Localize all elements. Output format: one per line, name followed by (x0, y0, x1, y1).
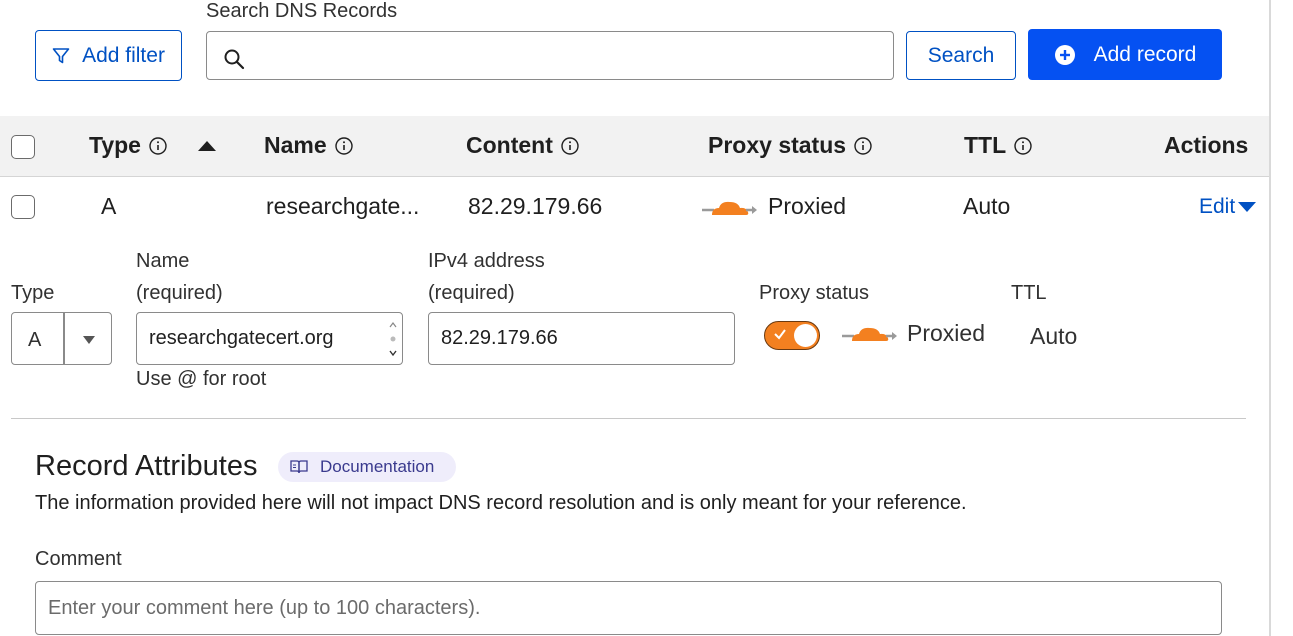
proxy-toggle[interactable] (764, 321, 820, 350)
add-record-button[interactable]: Add record (1028, 29, 1222, 80)
comment-placeholder: Enter your comment here (up to 100 chara… (48, 596, 481, 619)
ttl-value: Auto (1030, 323, 1078, 349)
row-type: A (101, 193, 117, 219)
column-header-proxy-status[interactable]: Proxy status (708, 132, 872, 159)
type-select[interactable]: A (11, 312, 112, 365)
column-header-actions: Actions (1164, 132, 1248, 159)
edit-label: Edit (1199, 195, 1236, 218)
column-header-actions-label: Actions (1164, 132, 1249, 158)
type-field-label: Type (11, 282, 55, 304)
ipv4-input[interactable]: 82.29.179.66 (428, 312, 735, 365)
row-content: 82.29.179.66 (468, 193, 603, 219)
info-icon[interactable] (334, 136, 353, 155)
plus-circle-icon (1054, 44, 1075, 65)
ipv4-input-value: 82.29.179.66 (441, 327, 558, 349)
add-filter-button[interactable]: Add filter (35, 30, 182, 81)
type-select-divider (63, 313, 65, 364)
caret-down-icon (1238, 202, 1257, 212)
name-input[interactable]: researchgatecert.org (136, 312, 403, 365)
table-header: Type Name Content Proxy status TTL Actio… (0, 116, 1269, 177)
search-input[interactable] (206, 31, 894, 80)
column-header-name-label: Name (264, 132, 327, 158)
documentation-label: Documentation (320, 457, 435, 476)
page-scrollbar[interactable] (1269, 0, 1271, 636)
section-divider (11, 418, 1246, 419)
cloud-proxied-icon (842, 327, 897, 341)
column-header-type-label: Type (89, 132, 141, 158)
ttl-field-label: TTL (1011, 282, 1047, 304)
column-header-name[interactable]: Name (264, 132, 353, 159)
cloud-proxied-icon (702, 201, 757, 215)
documentation-link[interactable]: Documentation (278, 452, 456, 482)
name-input-value: researchgatecert.org (149, 327, 334, 349)
row-name: researchgate... (266, 193, 420, 219)
ipv4-field-required: (required) (428, 282, 515, 304)
search-icon (224, 49, 245, 70)
row-proxy-status: Proxied (768, 193, 846, 219)
check-icon (774, 329, 786, 340)
row-checkbox[interactable] (11, 195, 35, 219)
sort-up-icon[interactable] (197, 139, 217, 153)
ipv4-field-label: IPv4 address (428, 250, 545, 272)
proxy-status-value: Proxied (907, 320, 985, 346)
info-icon[interactable] (561, 136, 579, 155)
column-header-type[interactable]: Type (89, 132, 217, 159)
name-help-text: Use @ for root (136, 368, 267, 390)
info-icon[interactable] (854, 136, 872, 155)
book-icon (290, 460, 308, 474)
proxy-field-label: Proxy status (759, 282, 870, 304)
filter-icon (52, 47, 70, 63)
info-icon[interactable] (149, 136, 167, 155)
column-header-ttl[interactable]: TTL (964, 132, 1032, 159)
info-icon[interactable] (1014, 136, 1032, 155)
add-record-label: Add record (1093, 42, 1197, 66)
name-field-label: Name (136, 250, 190, 272)
search-button-label: Search (927, 43, 995, 67)
name-field-required: (required) (136, 282, 223, 304)
select-all-checkbox[interactable] (11, 135, 35, 159)
record-attributes-title: Record Attributes (35, 450, 258, 482)
record-attributes-description: The information provided here will not i… (35, 492, 967, 514)
add-filter-label: Add filter (82, 43, 165, 67)
column-header-content-label: Content (466, 132, 553, 158)
chevron-down-icon (83, 336, 95, 344)
comment-input[interactable]: Enter your comment here (up to 100 chara… (35, 581, 1222, 635)
type-select-value: A (28, 329, 42, 351)
column-header-ttl-label: TTL (964, 132, 1007, 158)
row-ttl: Auto (963, 193, 1011, 219)
column-header-proxy-status-label: Proxy status (708, 132, 847, 158)
edit-record-link[interactable]: Edit (1199, 195, 1257, 219)
stepper-icon[interactable] (388, 318, 398, 360)
search-label: Search DNS Records (206, 0, 398, 22)
search-button[interactable]: Search (906, 31, 1016, 80)
toggle-knob (794, 324, 817, 347)
comment-field-label: Comment (35, 548, 122, 570)
column-header-content[interactable]: Content (466, 132, 579, 159)
